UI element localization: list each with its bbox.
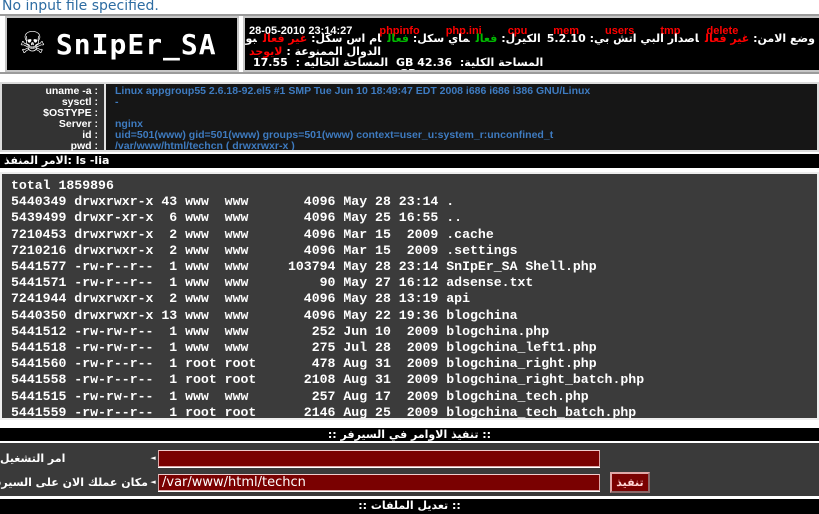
working-directory-row: مكان عملك الان على السيرفر ◄ تنفيذ <box>0 473 819 492</box>
edit-files-title: :: تعديل الملفات :: <box>0 499 819 514</box>
header: ☠ SnIpEr_SA 28-05-2010 23:14:27 phpinfop… <box>0 14 819 74</box>
system-info-labels: uname -a :sysctl :$OSTYPE :Server :id :p… <box>2 84 106 150</box>
arrow-left-icon: ◄ <box>148 449 158 468</box>
working-directory-input[interactable] <box>158 474 600 491</box>
system-info-values: Linux appgroup55 2.6.18-92.el5 #1 SMP Tu… <box>106 84 817 150</box>
status-item: وضع الامن: غير فعال <box>705 32 815 45</box>
services-status-line: وضع الامن: غير فعال اصدار البي اتش بي: 5.… <box>249 32 815 44</box>
server-info-box: 28-05-2010 23:14:27 phpinfophp.inicpumem… <box>243 16 819 72</box>
execute-commands-title: :: تنفيذ الاوامر في السيرفر :: <box>0 428 819 441</box>
free-space-value: 17.55 <box>253 56 288 69</box>
skull-icon: ☠ <box>19 29 46 59</box>
total-space-label: المساحة الكلية: <box>460 56 543 69</box>
directory-listing-panel: total 1859896 5440349 drwxrwxr-x 43 www … <box>0 172 819 420</box>
sysinfo-value: Linux appgroup55 2.6.18-92.el5 #1 SMP Tu… <box>115 86 817 97</box>
run-command-row: امر التشغيل ◄ <box>0 449 819 468</box>
status-item: اصدار البي اتش بي: 5.2.10 <box>547 32 699 45</box>
top-error-message: No input file specified. <box>0 0 819 14</box>
command-form: امر التشغيل ◄ مكان عملك الان على السيرفر… <box>0 443 819 496</box>
status-item: ماي سكل: فعال <box>387 32 469 45</box>
run-command-label: امر التشغيل <box>0 452 148 465</box>
execute-button[interactable]: تنفيذ <box>610 472 650 493</box>
run-command-input[interactable] <box>158 450 600 467</box>
directory-listing-output: total 1859896 5440349 drwxrwxr-x 43 www … <box>2 174 817 420</box>
working-directory-label: مكان عملك الان على السيرفر <box>0 476 148 489</box>
sysinfo-value: - <box>115 97 817 108</box>
logo-box: ☠ SnIpEr_SA <box>5 16 239 72</box>
disabled-functions-line: الدوال الممنوعة : لايوجد <box>249 45 815 56</box>
arrow-left-icon: ◄ <box>148 473 158 492</box>
sysinfo-value <box>115 108 817 119</box>
shell-title: SnIpEr_SA <box>56 28 217 61</box>
disk-space-line: المساحة الكلية: 42.36 GB المساحة الخاليه… <box>249 56 815 67</box>
sysinfo-label: pwd : <box>2 141 98 152</box>
system-info-panel: uname -a :sysctl :$OSTYPE :Server :id :p… <box>0 82 819 152</box>
status-item: الكيرل: فعال <box>476 32 541 45</box>
status-item: بوست قري سكل: غير فعال <box>243 32 257 45</box>
free-space-label: المساحة الخاليه : <box>296 56 389 69</box>
executed-command-bar: الامر المنفذ: ls -lia <box>0 154 819 168</box>
status-item: ام اس سكل: غير فعال <box>263 32 381 45</box>
header-links-row: 28-05-2010 23:14:27 phpinfophp.inicpumem… <box>249 19 815 31</box>
sysinfo-value: /var/www/html/techcn ( drwxrwxr-x ) <box>115 141 817 150</box>
